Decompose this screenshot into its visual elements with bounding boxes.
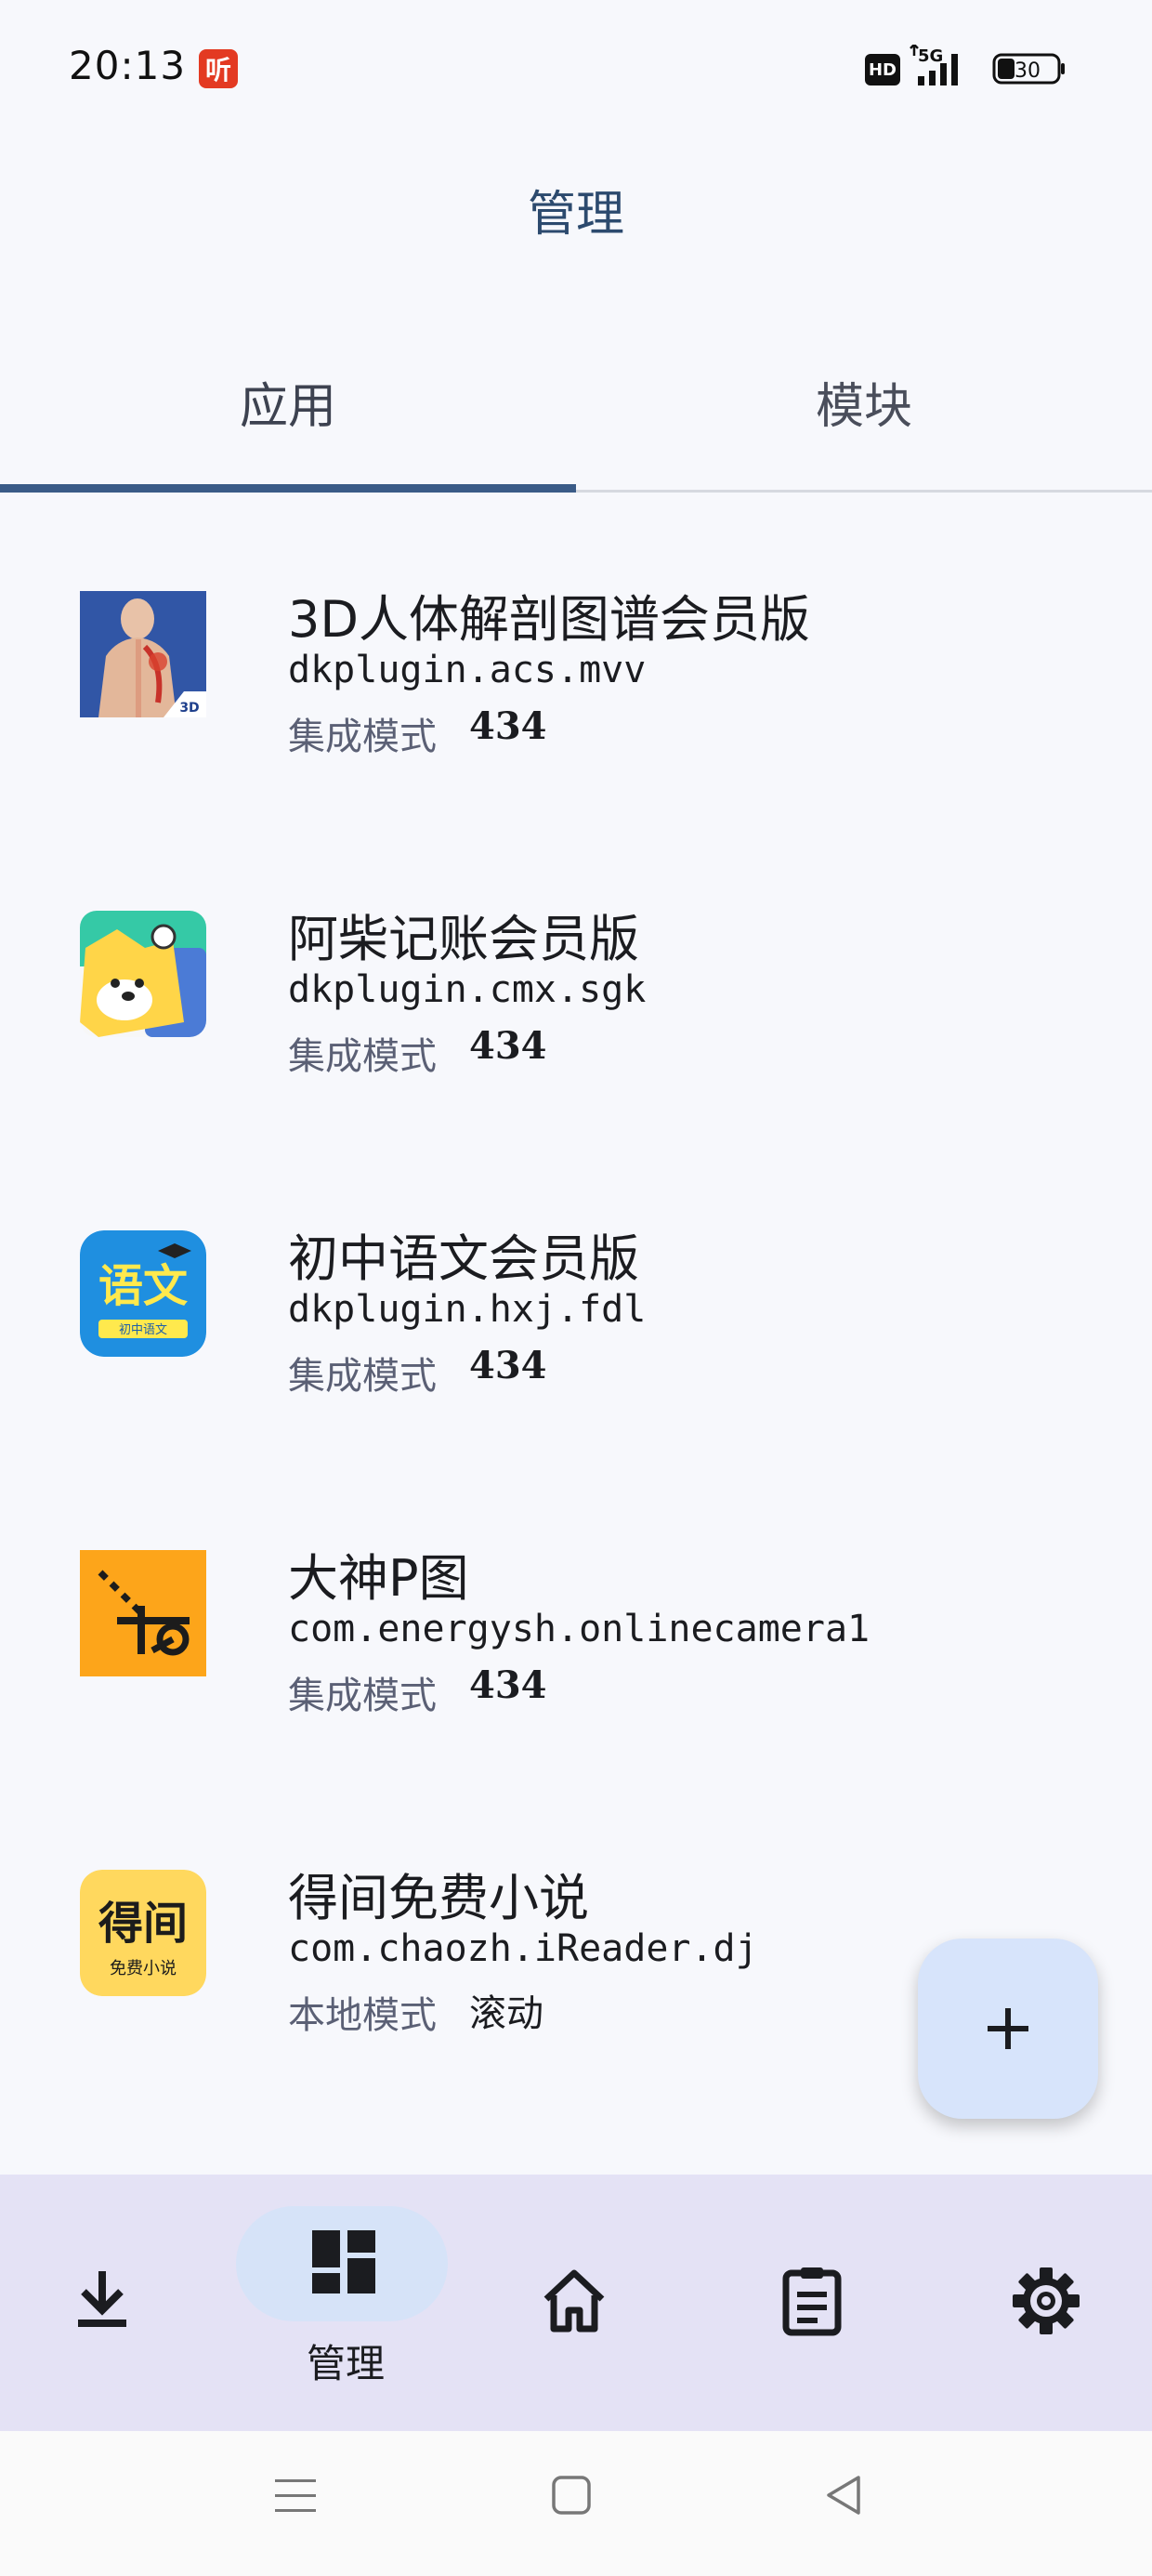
download-icon xyxy=(78,2271,126,2327)
svg-text:3D: 3D xyxy=(179,701,199,716)
page-title: 管理 xyxy=(527,187,624,243)
nav-settings[interactable] xyxy=(922,2175,1152,2431)
novel-icon-text: 得间 xyxy=(98,1898,188,1950)
home-square-icon[interactable] xyxy=(550,2474,593,2517)
app-package: dkplugin.cmx.sgk xyxy=(288,968,647,1011)
status-bar: 20:13 听 HD 5G 30 xyxy=(0,0,1152,139)
app-version: 434 xyxy=(469,704,547,748)
chinese-language-icon: 语文 初中语文 xyxy=(80,1230,206,1357)
app-package: com.chaozh.iReader.dj xyxy=(288,1927,758,1970)
clipboard-icon xyxy=(782,2267,842,2336)
dejian-novel-icon: 得间 免费小说 xyxy=(80,1870,206,1996)
app-mode: 集成模式 xyxy=(288,1355,437,1398)
nav-logs[interactable] xyxy=(691,2175,922,2431)
tab-active-indicator xyxy=(0,484,576,493)
back-icon[interactable] xyxy=(823,2474,864,2517)
app-package: dkplugin.acs.mvv xyxy=(288,649,647,691)
app-name: 初中语文会员版 xyxy=(288,1229,639,1288)
network-label: 5G xyxy=(918,46,943,66)
app-version: 滚动 xyxy=(469,1992,543,2035)
app-version: 434 xyxy=(469,1024,547,1068)
menu-icon[interactable] xyxy=(273,2474,318,2518)
tab-apps[interactable]: 应用 xyxy=(0,367,576,437)
system-navigation-bar xyxy=(0,2431,1152,2576)
app-package: com.energysh.onlinecamera1 xyxy=(288,1608,871,1650)
bottom-navigation: 管理 xyxy=(0,2175,1152,2431)
nav-home[interactable] xyxy=(461,2175,691,2431)
list-item[interactable]: 3D 3D人体解剖图谱会员版 dkplugin.acs.mvv 集成模式 434 xyxy=(0,590,1152,870)
status-time: 20:13 xyxy=(69,43,187,88)
home-icon xyxy=(543,2269,605,2333)
app-package: dkplugin.hxj.fdl xyxy=(288,1288,647,1331)
novel-icon-subtext: 免费小说 xyxy=(110,1959,177,1978)
nav-download[interactable] xyxy=(0,2175,230,2431)
plus-icon xyxy=(988,2008,1028,2049)
shiba-dog-icon xyxy=(80,911,206,1037)
app-version: 434 xyxy=(469,1663,547,1707)
gear-icon xyxy=(1013,2267,1080,2334)
app-mode: 集成模式 xyxy=(288,1035,437,1078)
app-mode: 本地模式 xyxy=(288,1994,437,2037)
app-name: 阿柴记账会员版 xyxy=(288,910,639,968)
app-name: 大神P图 xyxy=(288,1549,469,1608)
add-button[interactable] xyxy=(918,1939,1098,2119)
battery-level: 30 xyxy=(1015,59,1041,83)
nav-manage[interactable]: 管理 xyxy=(230,2175,461,2431)
app-name: 得间免费小说 xyxy=(288,1869,589,1927)
scissors-icon xyxy=(80,1550,206,1676)
tab-modules[interactable]: 模块 xyxy=(576,367,1152,437)
list-item[interactable]: 大神P图 com.energysh.onlinecamera1 集成模式 434 xyxy=(0,1549,1152,1829)
anatomy-3d-icon: 3D xyxy=(80,591,206,717)
list-item[interactable]: 语文 初中语文 初中语文会员版 dkplugin.hxj.fdl 集成模式 43… xyxy=(0,1229,1152,1509)
chinese-icon-subtext: 初中语文 xyxy=(119,1323,167,1337)
hd-icon: HD xyxy=(865,54,900,85)
app-mode: 集成模式 xyxy=(288,716,437,758)
nav-manage-label: 管理 xyxy=(306,2341,385,2386)
battery-icon: 30 xyxy=(992,53,1065,85)
app-name: 3D人体解剖图谱会员版 xyxy=(288,590,810,649)
list-item[interactable]: 阿柴记账会员版 dkplugin.cmx.sgk 集成模式 434 xyxy=(0,910,1152,1189)
ting-app-badge-icon: 听 xyxy=(199,49,238,88)
signal-5g-icon: 5G xyxy=(910,45,958,85)
app-mode: 集成模式 xyxy=(288,1675,437,1717)
dashboard-icon xyxy=(312,2230,375,2293)
chinese-icon-text: 语文 xyxy=(98,1260,188,1312)
app-version: 434 xyxy=(469,1344,547,1387)
